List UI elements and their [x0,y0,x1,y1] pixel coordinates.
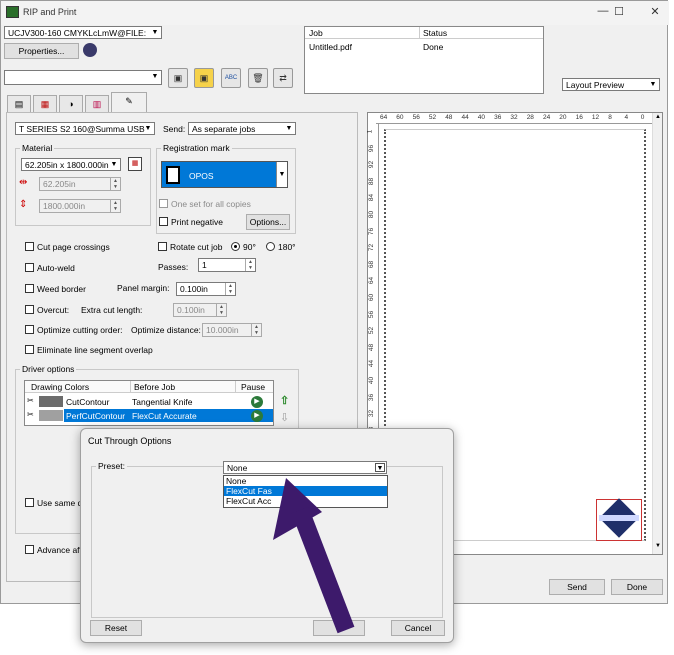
annotation-arrow-icon [273,478,355,634]
